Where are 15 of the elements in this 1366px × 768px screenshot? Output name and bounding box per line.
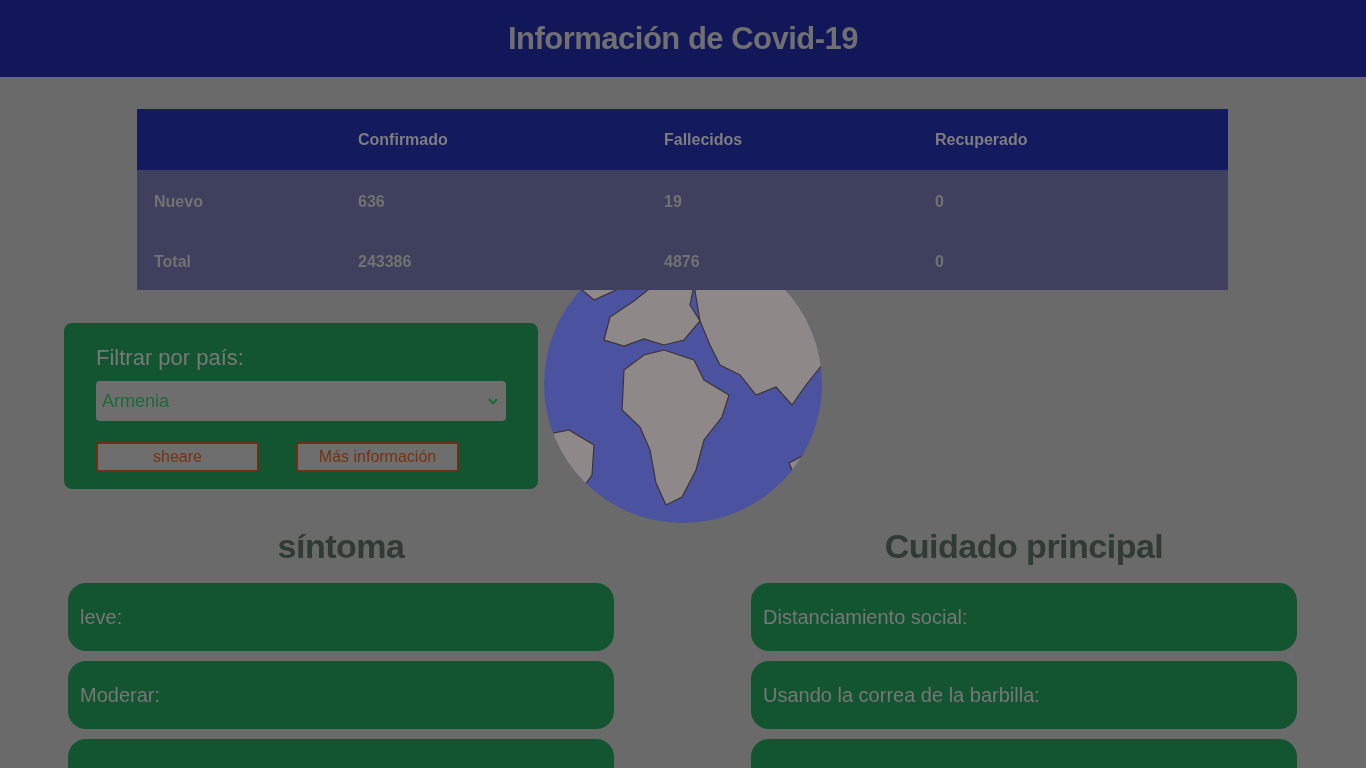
action-button[interactable]: sheare (96, 442, 259, 472)
country-select[interactable]: Armenia (96, 381, 506, 421)
section-heading: Cuidado principal (883, 526, 1165, 567)
column-header: Recuperado (935, 130, 1028, 148)
card-label: Distanciamiento social: (763, 605, 968, 629)
column-header: Confirmado (358, 130, 448, 148)
section-heading: síntoma (276, 526, 406, 567)
card-label: Usando la correa de la barbilla: (763, 683, 1040, 707)
filter-label: Filtrar por país: (96, 344, 244, 372)
card-label: Moderar: (80, 683, 161, 707)
column-header: Fallecidos (664, 130, 743, 148)
page-title: Información de Covid-19 (507, 20, 859, 57)
action-button[interactable]: Más información (296, 442, 459, 472)
card-label: leve: (80, 605, 123, 629)
chevron-down-icon (488, 397, 498, 405)
